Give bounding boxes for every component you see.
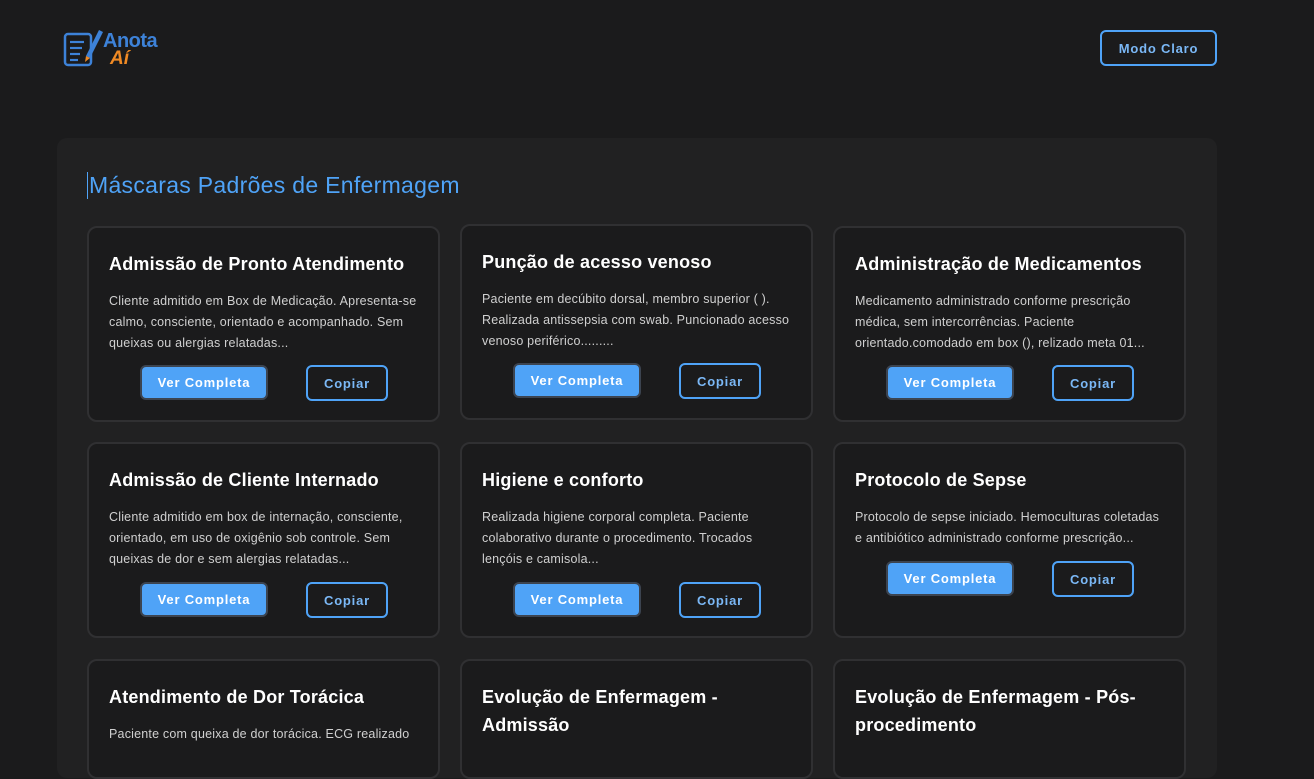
view-full-button[interactable]: Ver Completa <box>140 582 268 617</box>
card-preview: Cliente admitido em box de internação, c… <box>109 510 403 566</box>
view-full-button[interactable]: Ver Completa <box>886 561 1014 596</box>
card-preview: Cliente admitido em Box de Medicação. Ap… <box>109 294 417 350</box>
card-preview: Paciente com queixa de dor torácica. ECG… <box>109 727 410 741</box>
mask-card: Admissão de Pronto Atendimento Cliente a… <box>87 226 440 422</box>
copy-button[interactable]: Copiar <box>679 582 761 618</box>
mask-card: Higiene e conforto Realizada higiene cor… <box>460 442 813 638</box>
mask-card: Punção de acesso venoso Paciente em decú… <box>460 224 813 420</box>
mask-card: Protocolo de Sepse Protocolo de sepse in… <box>833 442 1186 638</box>
card-title: Atendimento de Dor Torácica <box>109 687 365 707</box>
card-actions: Ver Completa Copiar <box>835 365 1184 401</box>
view-full-button[interactable]: Ver Completa <box>886 365 1014 400</box>
card-title: Punção de acesso venoso <box>482 252 712 272</box>
theme-toggle-button[interactable]: Modo Claro <box>1100 30 1217 66</box>
view-full-button[interactable]: Ver Completa <box>140 365 268 400</box>
copy-button[interactable]: Copiar <box>679 363 761 399</box>
view-full-button[interactable]: Ver Completa <box>513 582 641 617</box>
card-title: Admissão de Cliente Internado <box>109 470 379 490</box>
mask-card: Admissão de Cliente Internado Cliente ad… <box>87 442 440 638</box>
app-logo[interactable]: Anota Aí <box>62 26 166 70</box>
card-preview: Paciente em decúbito dorsal, membro supe… <box>482 292 790 348</box>
card-actions: Ver Completa Copiar <box>462 582 811 618</box>
copy-button[interactable]: Copiar <box>306 365 388 401</box>
card-title: Higiene e conforto <box>482 470 644 490</box>
copy-button[interactable]: Copiar <box>306 582 388 618</box>
card-actions: Ver Completa Copiar <box>835 561 1184 597</box>
notepad-pen-icon <box>63 30 103 67</box>
card-actions: Ver Completa Copiar <box>89 582 438 618</box>
mask-card: Evolução de Enfermagem - Admissão <box>460 659 813 779</box>
mask-card: Atendimento de Dor Torácica Paciente com… <box>87 659 440 779</box>
card-title: Evolução de Enfermagem - Admissão <box>482 687 718 735</box>
card-title: Evolução de Enfermagem - Pós-procediment… <box>855 687 1136 735</box>
card-preview: Protocolo de sepse iniciado. Hemocultura… <box>855 510 1160 545</box>
mask-card: Administração de Medicamentos Medicament… <box>833 226 1186 422</box>
card-title: Admissão de Pronto Atendimento <box>109 254 405 274</box>
card-preview: Medicamento administrado conforme prescr… <box>855 294 1145 350</box>
mask-card: Evolução de Enfermagem - Pós-procediment… <box>833 659 1186 779</box>
card-preview: Realizada higiene corporal completa. Pac… <box>482 510 753 566</box>
section-title: Máscaras Padrões de Enfermagem <box>87 172 460 199</box>
copy-button[interactable]: Copiar <box>1052 561 1134 597</box>
card-actions: Ver Completa Copiar <box>89 365 438 401</box>
card-title: Protocolo de Sepse <box>855 470 1027 490</box>
card-actions: Ver Completa Copiar <box>462 363 811 399</box>
card-title: Administração de Medicamentos <box>855 254 1142 274</box>
copy-button[interactable]: Copiar <box>1052 365 1134 401</box>
view-full-button[interactable]: Ver Completa <box>513 363 641 398</box>
logo-text-secondary: Aí <box>110 48 129 69</box>
